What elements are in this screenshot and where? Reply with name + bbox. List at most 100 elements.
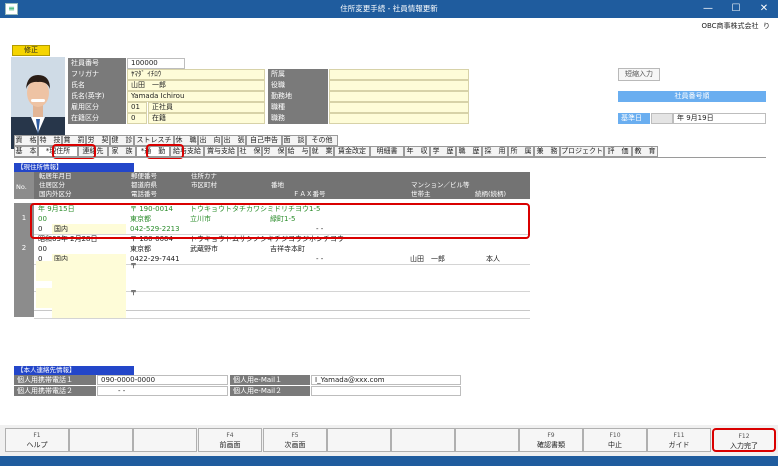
close-button[interactable]: ✕ xyxy=(750,0,778,18)
location-field[interactable] xyxy=(329,91,469,102)
zip-cell[interactable]: 〒 xyxy=(128,288,186,298)
tab-r2-20[interactable]: 評 価 xyxy=(604,146,632,157)
tab-r1-8[interactable]: 出 張 xyxy=(222,135,246,146)
pref-cell[interactable] xyxy=(128,271,186,281)
tab-r2-17[interactable]: 所 属 xyxy=(508,146,534,157)
city-cell[interactable] xyxy=(188,298,264,308)
email2-field[interactable] xyxy=(311,386,461,396)
header-street: 番地 xyxy=(268,181,398,190)
help-icon[interactable]: り xyxy=(763,22,770,30)
fkey-f9-button[interactable]: F9 確認書類 xyxy=(519,428,583,452)
tab-r2-10[interactable]: 就 業 xyxy=(310,146,334,157)
domestic-cell[interactable] xyxy=(52,308,126,318)
building-cell[interactable] xyxy=(408,298,518,308)
fkey-empty-5[interactable] xyxy=(327,428,391,452)
tab-r2-21[interactable]: 教 育 xyxy=(632,146,658,157)
fkey-empty-7[interactable] xyxy=(455,428,519,452)
job-field[interactable] xyxy=(329,113,469,124)
building-cell[interactable] xyxy=(408,244,518,254)
tab-r2-15[interactable]: 職 歴 xyxy=(456,146,482,157)
tab-r2-8[interactable]: 労 保 xyxy=(262,146,286,157)
zip-cell[interactable]: 〒 xyxy=(128,261,186,271)
tab-r2-16[interactable]: 採 用 xyxy=(482,146,508,157)
name-field[interactable]: 山田 一郎 xyxy=(127,80,265,91)
fkey-f4-button[interactable]: F4 前画面 xyxy=(198,428,262,452)
tab-r1-7[interactable]: 出 向 xyxy=(198,135,222,146)
move-date-cell[interactable] xyxy=(36,288,126,298)
name-en-field[interactable]: Yamada Ichirou xyxy=(127,91,265,102)
minimize-button[interactable]: — xyxy=(694,0,722,18)
fkey-f10-button[interactable]: F10 中止 xyxy=(583,428,647,452)
maximize-button[interactable]: ☐ xyxy=(722,0,750,18)
employee-no-field[interactable]: 100000 xyxy=(127,58,185,69)
mobile1-field[interactable]: 090-0000-0000 xyxy=(97,375,228,385)
street-cell[interactable]: 吉祥寺本町 xyxy=(268,244,398,254)
fkey-f5-button[interactable]: F5 次画面 xyxy=(263,428,327,452)
status-code[interactable]: 0 xyxy=(127,113,147,124)
tab-r2-0[interactable]: 基 本 xyxy=(14,146,38,157)
tab-r2-7[interactable]: 社 保 xyxy=(238,146,262,157)
emp-type-code[interactable]: 01 xyxy=(127,102,147,113)
fax-cell[interactable] xyxy=(314,308,404,318)
window-title: 住所変更手続 - 社員情報更新 xyxy=(340,4,438,13)
city-cell[interactable]: 武蔵野市 xyxy=(188,244,264,254)
domestic-code-cell[interactable] xyxy=(36,308,52,318)
row-divider xyxy=(34,318,530,319)
tab-r2-12[interactable]: 明細書 xyxy=(370,146,404,157)
tel-cell[interactable] xyxy=(128,308,268,318)
tab-r2-11[interactable]: 賃金改定 xyxy=(334,146,370,157)
short-input-button[interactable]: 短縮入力 xyxy=(618,68,660,81)
fkey-f1-button[interactable]: F1 ヘルプ xyxy=(5,428,69,452)
era-field[interactable] xyxy=(651,113,673,124)
tab-r2-19[interactable]: プロジェクト xyxy=(560,146,604,157)
tab-r2-3[interactable]: 家 族 xyxy=(108,146,136,157)
tab-r1-9[interactable]: 自己申告 xyxy=(246,135,282,146)
householder-cell[interactable] xyxy=(408,281,478,291)
fkey-f11-button[interactable]: F11 ガイド xyxy=(647,428,711,452)
relation-cell[interactable]: 本人 xyxy=(484,254,524,264)
kana-cell[interactable] xyxy=(188,261,388,271)
residence-cell[interactable]: 00 xyxy=(36,244,126,254)
city-cell[interactable] xyxy=(188,271,264,281)
building-cell[interactable] xyxy=(408,271,518,281)
residence-cell[interactable] xyxy=(36,271,126,281)
fkey-label: 中止 xyxy=(608,441,622,449)
dept-field[interactable] xyxy=(329,69,469,80)
residence-cell[interactable] xyxy=(36,298,126,308)
tab-r1-4[interactable]: 健 診 xyxy=(110,135,134,146)
row-no xyxy=(14,260,34,290)
fkey-empty-2[interactable] xyxy=(133,428,197,452)
fkey-f12-button[interactable]: F12 入力完了 xyxy=(712,428,776,452)
fkey-empty-6[interactable] xyxy=(391,428,455,452)
pref-cell[interactable] xyxy=(128,298,186,308)
tab-r2-18[interactable]: 兼 務 xyxy=(534,146,560,157)
householder-cell[interactable] xyxy=(408,308,478,318)
tab-r1-10[interactable]: 面 談 xyxy=(282,135,306,146)
tab-r2-6[interactable]: 賞与支給 xyxy=(204,146,238,157)
post-field[interactable] xyxy=(329,80,469,91)
email1-field[interactable]: I_Yamada@xxx.com xyxy=(311,375,461,385)
tab-r2-14[interactable]: 学 歴 xyxy=(430,146,456,157)
base-date-field[interactable]: 年 9月19日 xyxy=(673,113,766,124)
fkey-code: F12 xyxy=(738,433,750,440)
furigana-field[interactable]: ﾔﾏﾀﾞ ｲﾁﾛｳ xyxy=(127,69,265,80)
tab-r1-0[interactable]: 資 格 xyxy=(14,135,38,146)
fkey-empty-1[interactable] xyxy=(69,428,133,452)
relation-cell[interactable] xyxy=(484,281,524,291)
post-label: 役職 xyxy=(268,80,328,91)
employee-order-bar[interactable]: 社員番号順 xyxy=(618,91,766,102)
relation-cell[interactable] xyxy=(484,308,524,318)
status-label: 在籍区分 xyxy=(68,113,126,124)
header-residence: 住居区分 xyxy=(36,181,126,190)
move-date-cell[interactable] xyxy=(36,261,126,271)
householder-cell[interactable]: 山田 一郎 xyxy=(408,254,478,264)
kana-cell[interactable] xyxy=(188,288,388,298)
street-cell[interactable] xyxy=(268,298,398,308)
tab-r1-11[interactable]: その他 xyxy=(306,135,338,146)
pref-cell[interactable]: 東京都 xyxy=(128,244,186,254)
tab-r2-9[interactable]: 給 与 xyxy=(286,146,310,157)
mobile2-field[interactable]: - - xyxy=(97,386,228,396)
tab-r2-13[interactable]: 年 収 xyxy=(404,146,430,157)
job-type-field[interactable] xyxy=(329,102,469,113)
street-cell[interactable] xyxy=(268,271,398,281)
